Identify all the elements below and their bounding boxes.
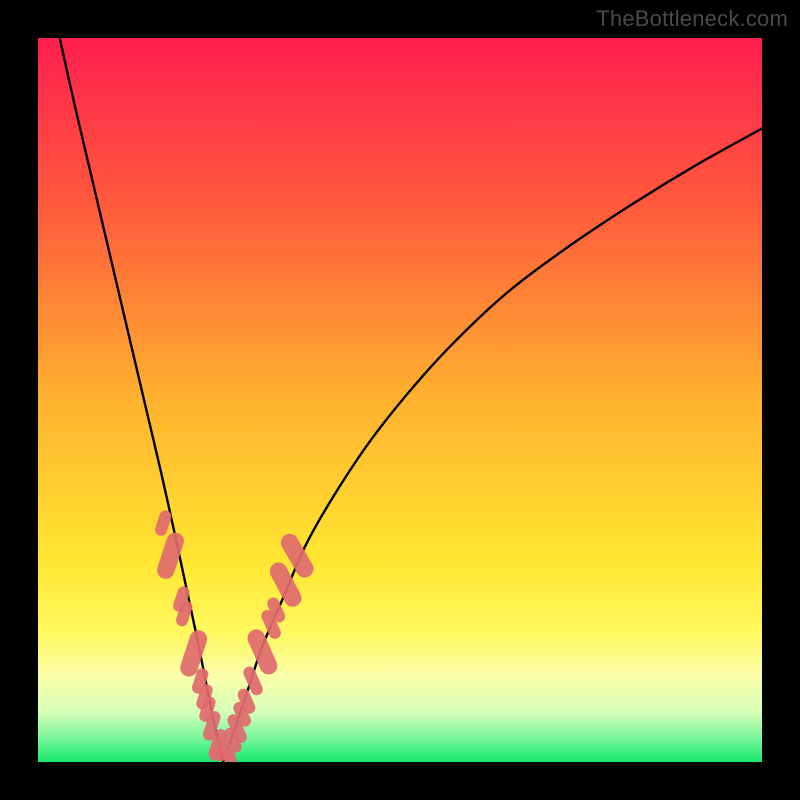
bottleneck-curve (38, 38, 762, 762)
curve-right-branch (223, 129, 762, 763)
curve-left-branch (60, 38, 224, 762)
chart-frame: TheBottleneck.com (0, 0, 800, 800)
watermark-text: TheBottleneck.com (596, 6, 788, 32)
plot-area (38, 38, 762, 762)
